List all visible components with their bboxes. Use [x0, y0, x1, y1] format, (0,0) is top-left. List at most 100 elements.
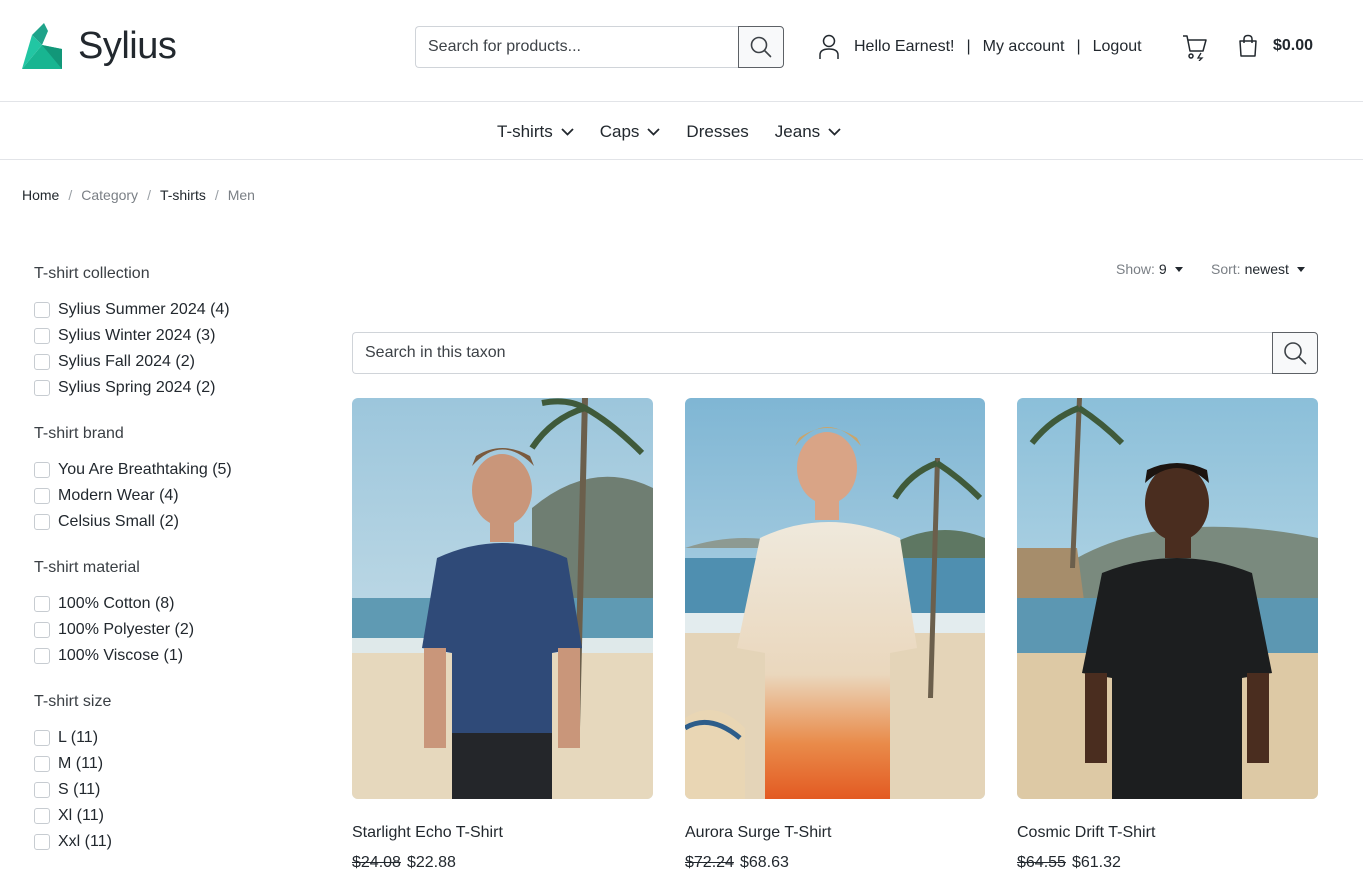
filter-option-label: Sylius Spring 2024 (2)	[58, 379, 216, 396]
filter-checkbox[interactable]	[34, 756, 50, 772]
filter-group-material: T-shirt material 100% Cotton (8) 100% Po…	[34, 558, 304, 669]
product-image[interactable]	[1017, 398, 1318, 799]
filter-title: T-shirt size	[34, 693, 112, 710]
taxon-search-input[interactable]	[352, 332, 1272, 374]
filter-checkbox[interactable]	[34, 514, 50, 530]
filter-sidebar: T-shirt collection Sylius Summer 2024 (4…	[34, 264, 304, 878]
filter-option[interactable]: Sylius Spring 2024 (2)	[34, 375, 304, 401]
filter-option[interactable]: L (11)	[34, 725, 304, 751]
show-value: 9	[1158, 261, 1167, 277]
chevron-down-icon	[561, 128, 574, 136]
filter-checkbox[interactable]	[34, 622, 50, 638]
product-old-price: $24.08	[352, 854, 401, 871]
filter-option-label: Sylius Winter 2024 (3)	[58, 327, 216, 344]
user-menu: Hello Earnest! | My account | Logout	[818, 34, 1142, 60]
product-card[interactable]: Cosmic Drift T-Shirt $64.55 $61.32	[1017, 398, 1318, 873]
filter-checkbox[interactable]	[34, 380, 50, 396]
product-current-price: $61.32	[1071, 854, 1121, 871]
site-header: Sylius Hello Earnest! | My account | Log…	[0, 0, 1363, 102]
main-nav: T-shirts Caps Dresses Jeans	[0, 102, 1363, 160]
product-name[interactable]: Starlight Echo T-Shirt	[352, 823, 653, 843]
filter-checkbox[interactable]	[34, 354, 50, 370]
filter-option[interactable]: 100% Cotton (8)	[34, 591, 304, 617]
nav-item-label: Jeans	[774, 122, 821, 141]
filter-option[interactable]: S (11)	[34, 777, 304, 803]
nav-menu: T-shirts Caps Dresses Jeans	[497, 121, 867, 143]
breadcrumb-separator: /	[147, 187, 151, 203]
breadcrumb-separator: /	[214, 187, 219, 203]
sort-dropdown[interactable]: Sort: newest	[1211, 260, 1305, 278]
filter-option-label: M (11)	[58, 755, 104, 772]
filter-option[interactable]: Xl (11)	[34, 803, 304, 829]
nav-item-t-shirts[interactable]: T-shirts	[497, 121, 574, 143]
greeting-text: Hello Earnest!	[854, 38, 955, 55]
taxon-search-button[interactable]	[1272, 332, 1318, 374]
filter-option[interactable]: Xxl (11)	[34, 829, 304, 855]
filter-checkbox[interactable]	[34, 782, 50, 798]
product-current-price: $68.63	[739, 854, 789, 871]
show-dropdown[interactable]: Show: 9	[1116, 260, 1183, 278]
search-button[interactable]	[738, 26, 784, 68]
product-old-price: $64.55	[1017, 854, 1066, 871]
filter-option-label: Modern Wear (4)	[58, 487, 179, 504]
nav-item-caps[interactable]: Caps	[600, 121, 661, 143]
product-card[interactable]: Aurora Surge T-Shirt $72.24 $68.63	[685, 398, 985, 873]
cart-button[interactable]: $0.00	[1237, 34, 1313, 58]
filter-option[interactable]: Sylius Summer 2024 (4)	[34, 297, 304, 323]
logout-link[interactable]: Logout	[1093, 38, 1142, 56]
user-icon	[819, 34, 839, 59]
product-image[interactable]	[352, 398, 653, 799]
sylius-logo-icon	[22, 23, 62, 69]
search-icon	[750, 36, 772, 58]
filter-group-size: T-shirt size L (11) M (11) S (11) Xl (11…	[34, 692, 304, 855]
breadcrumb-separator: /	[68, 187, 73, 203]
filter-option[interactable]: Sylius Winter 2024 (3)	[34, 323, 304, 349]
product-name[interactable]: Aurora Surge T-Shirt	[685, 823, 985, 843]
filter-option[interactable]: Celsius Small (2)	[34, 509, 304, 535]
cart-compare-icon[interactable]	[1182, 33, 1208, 61]
product-price: $72.24 $68.63	[685, 853, 985, 873]
filter-option[interactable]: 100% Viscose (1)	[34, 643, 304, 669]
filter-option[interactable]: You Are Breathtaking (5)	[34, 457, 304, 483]
product-image[interactable]	[685, 398, 985, 799]
caret-down-icon	[1174, 266, 1183, 272]
search-icon	[1284, 342, 1307, 365]
breadcrumb-current: Men	[227, 187, 255, 203]
nav-item-jeans[interactable]: Jeans	[775, 121, 841, 143]
product-name[interactable]: Cosmic Drift T-Shirt	[1017, 823, 1318, 843]
filter-option[interactable]: 100% Polyester (2)	[34, 617, 304, 643]
filter-checkbox[interactable]	[34, 596, 50, 612]
filter-option[interactable]: Modern Wear (4)	[34, 483, 304, 509]
filter-checkbox[interactable]	[34, 488, 50, 504]
filter-checkbox[interactable]	[34, 328, 50, 344]
filter-option-label: Xl (11)	[58, 807, 104, 824]
filter-option[interactable]: M (11)	[34, 751, 304, 777]
filter-option-label: 100% Cotton (8)	[58, 595, 175, 612]
product-price: $24.08 $22.88	[352, 853, 653, 873]
filter-checkbox[interactable]	[34, 648, 50, 664]
breadcrumb-t-shirts[interactable]: T-shirts	[160, 187, 206, 203]
filter-checkbox[interactable]	[34, 730, 50, 746]
product-card[interactable]: Starlight Echo T-Shirt $24.08 $22.88	[352, 398, 653, 873]
filter-checkbox[interactable]	[34, 808, 50, 824]
nav-item-dresses[interactable]: Dresses	[686, 121, 748, 143]
filter-title: T-shirt collection	[34, 265, 150, 282]
search-input[interactable]	[415, 26, 738, 68]
filter-option-label: Sylius Fall 2024 (2)	[58, 353, 195, 370]
breadcrumb-home[interactable]: Home	[22, 187, 59, 203]
brand-name: Sylius	[78, 25, 177, 67]
filter-checkbox[interactable]	[34, 462, 50, 478]
filter-checkbox[interactable]	[34, 302, 50, 318]
filter-title: T-shirt brand	[34, 425, 124, 442]
cart-total: $0.00	[1273, 37, 1314, 54]
chevron-down-icon	[828, 128, 841, 136]
breadcrumb: Home / Category / T-shirts / Men	[22, 185, 255, 205]
filter-group-collection: T-shirt collection Sylius Summer 2024 (4…	[34, 264, 304, 401]
filter-option-label: 100% Polyester (2)	[58, 621, 195, 638]
filter-option-label: Celsius Small (2)	[58, 513, 179, 530]
my-account-link[interactable]: My account	[983, 38, 1065, 56]
filter-option[interactable]: Sylius Fall 2024 (2)	[34, 349, 304, 375]
filter-option-label: Xxl (11)	[58, 833, 112, 850]
logo[interactable]: Sylius	[22, 23, 177, 70]
filter-checkbox[interactable]	[34, 834, 50, 850]
